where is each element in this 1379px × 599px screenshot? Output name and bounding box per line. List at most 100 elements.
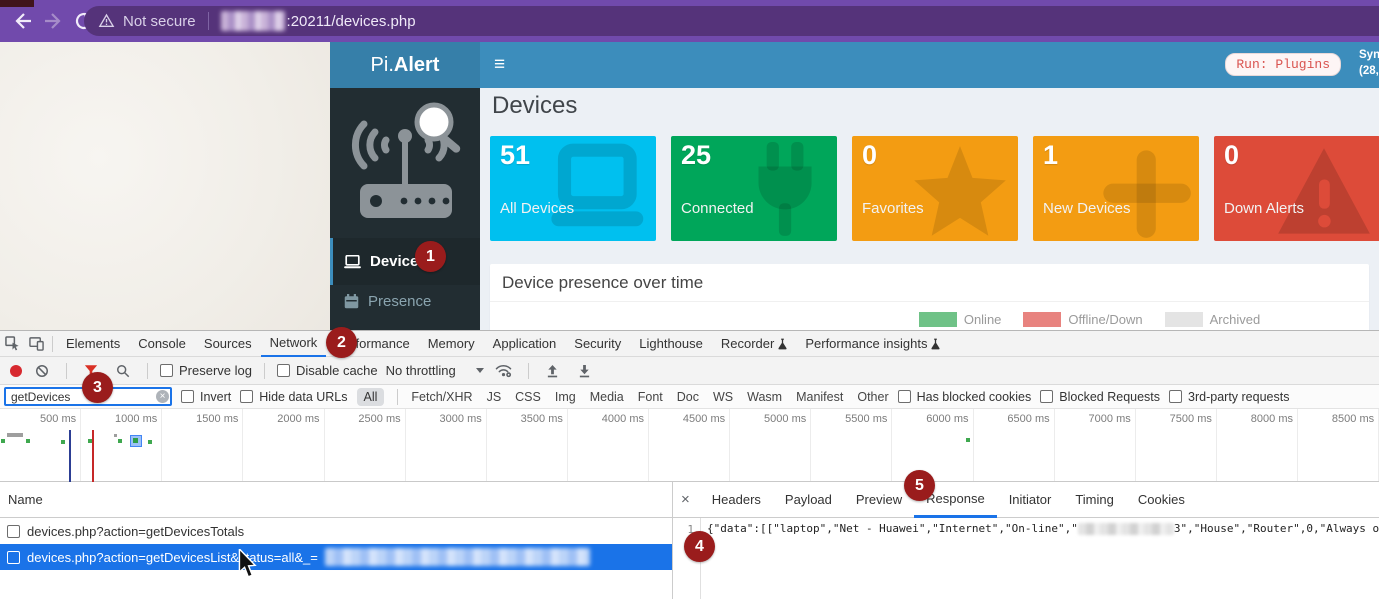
filter-type-ws[interactable]: WS xyxy=(713,390,733,404)
filter-type-manifest[interactable]: Manifest xyxy=(796,390,843,404)
card-down-alerts[interactable]: 0 Down Alerts xyxy=(1214,136,1379,241)
tab-lighthouse[interactable]: Lighthouse xyxy=(630,331,712,356)
run-plugins-button[interactable]: Run: Plugins xyxy=(1225,53,1341,76)
card-new-devices[interactable]: 1 New Devices xyxy=(1033,136,1199,241)
legend-offline: Offline/Down xyxy=(1023,312,1142,327)
forward-icon[interactable] xyxy=(42,9,66,33)
search-icon[interactable] xyxy=(111,360,135,382)
tab-sources[interactable]: Sources xyxy=(195,331,261,356)
mouse-cursor xyxy=(238,549,258,579)
device-toolbar-icon[interactable] xyxy=(24,333,48,355)
hide-data-urls-checkbox[interactable]: Hide data URLs xyxy=(240,390,347,404)
request-row-get-devices-totals[interactable]: devices.php?action=getDevicesTotals xyxy=(0,518,672,544)
tab-security[interactable]: Security xyxy=(565,331,630,356)
card-all-devices[interactable]: 51 All Devices xyxy=(490,136,656,241)
divider xyxy=(528,363,529,379)
network-overview-timeline[interactable]: 500 ms 1000 ms 1500 ms 2000 ms 2500 ms 3… xyxy=(0,409,1379,482)
calendar-icon xyxy=(344,294,359,309)
tab-memory[interactable]: Memory xyxy=(419,331,484,356)
card-label: All Devices xyxy=(500,200,574,217)
inspect-element-icon[interactable] xyxy=(0,333,24,355)
invert-checkbox[interactable]: Invert xyxy=(181,390,231,404)
divider xyxy=(66,363,67,379)
checkbox[interactable] xyxy=(160,364,173,377)
detail-tab-payload[interactable]: Payload xyxy=(773,482,844,517)
third-party-requests-checkbox[interactable]: 3rd-party requests xyxy=(1169,390,1289,404)
clear-filter-icon[interactable]: × xyxy=(156,390,169,403)
tab-elements[interactable]: Elements xyxy=(57,331,129,356)
detail-tab-cookies[interactable]: Cookies xyxy=(1126,482,1197,517)
disable-cache-checkbox[interactable]: Disable cache xyxy=(277,363,378,378)
detail-tab-initiator[interactable]: Initiator xyxy=(997,482,1064,517)
response-viewer[interactable]: 1 {"data":[["laptop","Net - Huawei","Int… xyxy=(673,518,1379,599)
checkbox[interactable] xyxy=(1040,390,1053,403)
detail-tab-timing[interactable]: Timing xyxy=(1063,482,1126,517)
annotation-badge-5: 5 xyxy=(904,470,935,501)
checkbox[interactable] xyxy=(181,390,194,403)
export-har-icon[interactable] xyxy=(573,360,597,382)
filter-type-other[interactable]: Other xyxy=(857,390,888,404)
request-row-get-devices-list[interactable]: devices.php?action=getDevicesList&status… xyxy=(0,544,672,570)
tab-performance-insights[interactable]: Performance insights xyxy=(796,331,949,356)
network-conditions-icon[interactable] xyxy=(492,360,516,382)
record-network-log-button[interactable] xyxy=(10,365,22,377)
tab-network[interactable]: Network xyxy=(261,331,327,357)
not-secure-label: Not secure xyxy=(123,13,196,30)
filter-type-all[interactable]: All xyxy=(357,388,385,406)
filter-type-js[interactable]: JS xyxy=(487,390,502,404)
legend-swatch-online xyxy=(919,312,957,327)
checkbox[interactable] xyxy=(7,551,20,564)
back-icon[interactable] xyxy=(10,9,34,33)
legend-online: Online xyxy=(919,312,1002,327)
checkbox[interactable] xyxy=(240,390,253,403)
timeline-tick: 6000 ms xyxy=(892,409,973,481)
filter-type-doc[interactable]: Doc xyxy=(677,390,699,404)
requests-name-header[interactable]: Name xyxy=(0,482,672,518)
card-favorites[interactable]: 0 Favorites xyxy=(852,136,1018,241)
sidebar-toggle-icon[interactable]: ≡ xyxy=(494,54,505,76)
card-value: 0 xyxy=(862,140,877,171)
browser-toolbar: Not secure :20211/devices.php xyxy=(0,0,1379,42)
url-text: :20211/devices.php xyxy=(287,13,416,30)
detail-tab-headers[interactable]: Headers xyxy=(700,482,773,517)
timeline-tick: 2000 ms xyxy=(243,409,324,481)
sidebar-item-presence[interactable]: Presence xyxy=(330,278,480,325)
filter-type-wasm[interactable]: Wasm xyxy=(747,390,782,404)
timeline-request-dot xyxy=(148,440,152,444)
tab-recorder[interactable]: Recorder xyxy=(712,331,796,356)
star-icon xyxy=(906,142,1014,241)
blocked-requests-checkbox[interactable]: Blocked Requests xyxy=(1040,390,1160,404)
timeline-request-bar xyxy=(7,433,23,437)
annotation-badge-2: 2 xyxy=(326,327,357,358)
filter-type-fetch-xhr[interactable]: Fetch/XHR xyxy=(411,390,472,404)
checkbox[interactable] xyxy=(277,364,290,377)
clear-network-log-icon[interactable] xyxy=(30,360,54,382)
filter-type-img[interactable]: Img xyxy=(555,390,576,404)
presence-panel: Device presence over time Online Offline… xyxy=(490,264,1369,330)
tab-application[interactable]: Application xyxy=(484,331,566,356)
card-connected[interactable]: 25 Connected xyxy=(671,136,837,241)
app-logo[interactable]: Pi.Alert xyxy=(330,42,480,88)
checkbox[interactable] xyxy=(898,390,911,403)
filter-type-font[interactable]: Font xyxy=(638,390,663,404)
close-detail-icon[interactable]: × xyxy=(673,491,700,508)
page-background xyxy=(0,42,330,330)
timeline-tick: 1500 ms xyxy=(162,409,243,481)
filter-type-media[interactable]: Media xyxy=(590,390,624,404)
preserve-log-checkbox[interactable]: Preserve log xyxy=(160,363,252,378)
checkbox[interactable] xyxy=(7,525,20,538)
divider xyxy=(397,389,398,405)
timeline-request-dot xyxy=(966,438,970,442)
throttling-select[interactable]: No throttling xyxy=(386,363,484,378)
annotation-badge-4: 4 xyxy=(684,531,715,562)
tab-console[interactable]: Console xyxy=(129,331,195,356)
browser-tab-strip xyxy=(0,0,34,7)
address-bar[interactable]: Not secure :20211/devices.php xyxy=(84,6,1379,36)
import-har-icon[interactable] xyxy=(541,360,565,382)
screenshot-root: Not secure :20211/devices.php Pi.Alert ≡… xyxy=(0,0,1379,599)
filter-type-css[interactable]: CSS xyxy=(515,390,541,404)
timeline-tick: 3500 ms xyxy=(487,409,568,481)
legend-archived: Archived xyxy=(1165,312,1261,327)
has-blocked-cookies-checkbox[interactable]: Has blocked cookies xyxy=(898,390,1032,404)
checkbox[interactable] xyxy=(1169,390,1182,403)
